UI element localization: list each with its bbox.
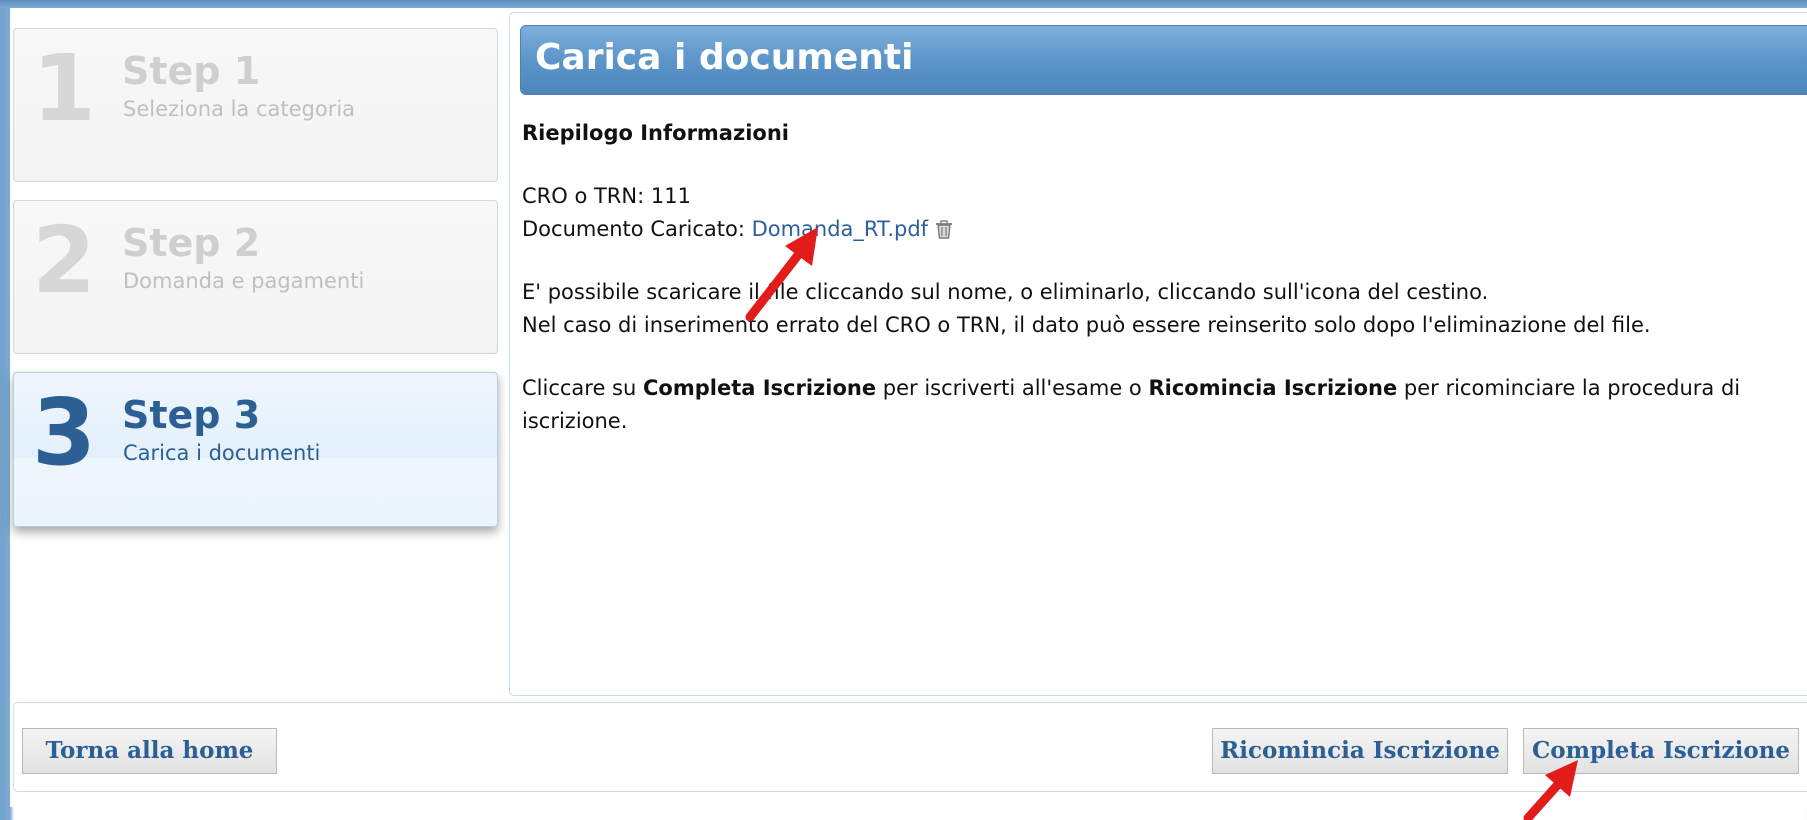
trash-icon[interactable] bbox=[932, 217, 956, 241]
summary-heading: Riepilogo Informazioni bbox=[522, 121, 789, 145]
annotation-arrow-icon bbox=[1523, 760, 1578, 820]
panel-content: Riepilogo Informazioni CRO o TRN: 111 Do… bbox=[522, 117, 1807, 438]
step-number: 1 bbox=[32, 35, 97, 142]
instructions-restart-label: Ricomincia Iscrizione bbox=[1148, 376, 1398, 400]
document-line: Documento Caricato: Domanda_RT.pdf bbox=[522, 213, 1807, 246]
info-line-2: Nel caso di inserimento errato del CRO o… bbox=[522, 313, 1651, 337]
cro-value: 111 bbox=[650, 184, 691, 208]
instructions-complete-label: Completa Iscrizione bbox=[643, 376, 877, 400]
annotation-arrow-icon bbox=[745, 227, 818, 322]
home-button[interactable]: Torna alla home bbox=[22, 728, 277, 774]
step-subtitle: Carica i documenti bbox=[123, 441, 321, 465]
step-2: 2 Step 2 Domanda e pagamenti bbox=[13, 200, 498, 354]
cro-label: CRO o TRN: bbox=[522, 184, 651, 208]
step-1: 1 Step 1 Seleziona la categoria bbox=[13, 28, 498, 182]
cro-line: CRO o TRN: 111 bbox=[522, 180, 1807, 213]
page: 1 Step 1 Seleziona la categoria 2 Step 2… bbox=[10, 8, 1807, 807]
step-title: Step 1 bbox=[122, 49, 261, 93]
step-3: 3 Step 3 Carica i documenti bbox=[13, 372, 498, 527]
main-panel: Carica i documenti Riepilogo Informazion… bbox=[509, 12, 1807, 696]
restart-button[interactable]: Ricomincia Iscrizione bbox=[1212, 728, 1508, 774]
step-number: 2 bbox=[32, 207, 97, 314]
instructions-text: Cliccare su bbox=[522, 376, 643, 400]
panel-title: Carica i documenti bbox=[535, 37, 914, 78]
step-title: Step 2 bbox=[122, 221, 261, 265]
top-band bbox=[0, 0, 1807, 8]
info-line-1: E' possibile scaricare il file cliccando… bbox=[522, 280, 1489, 304]
instructions: Cliccare su Completa Iscrizione per iscr… bbox=[522, 372, 1807, 438]
step-number: 3 bbox=[32, 379, 97, 486]
step-title: Step 3 bbox=[122, 393, 261, 437]
document-label: Documento Caricato: bbox=[522, 217, 752, 241]
instructions-text: per iscriverti all'esame o bbox=[876, 376, 1149, 400]
step-subtitle: Seleziona la categoria bbox=[123, 97, 356, 121]
panel-header: Carica i documenti bbox=[520, 25, 1807, 95]
step-subtitle: Domanda e pagamenti bbox=[123, 269, 365, 293]
